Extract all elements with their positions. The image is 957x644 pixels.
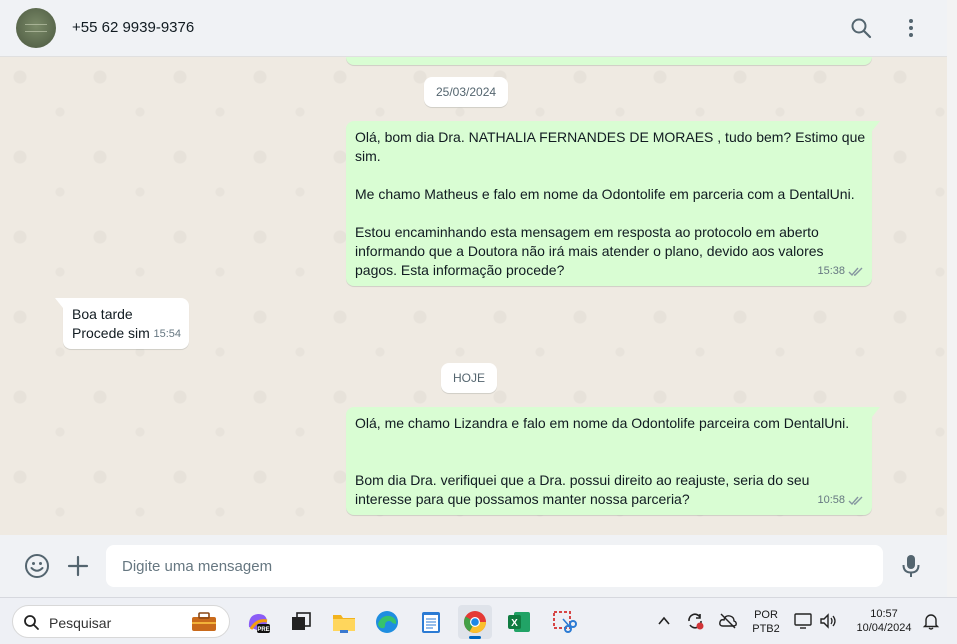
chat-header: +55 62 9939-9376 <box>0 0 947 57</box>
taskbar-chrome[interactable] <box>458 605 492 639</box>
message-text-line: informando que a Doutora não irá mais at… <box>355 243 824 259</box>
file-explorer-icon <box>333 615 355 633</box>
message-text-line: sim. <box>355 148 381 164</box>
message-composer <box>0 535 947 597</box>
search-icon[interactable] <box>849 16 873 40</box>
taskbar-file-explorer[interactable] <box>327 605 361 639</box>
contact-avatar[interactable] <box>16 8 56 48</box>
message-text-line <box>355 166 863 185</box>
message-text-line: Olá, me chamo Lizandra e falo em nome da… <box>355 415 850 431</box>
keyboard-layout: PTB2 <box>752 623 780 635</box>
search-icon <box>24 615 39 630</box>
volume-icon[interactable] <box>818 611 838 631</box>
copilot-pre-icon: PRE <box>248 614 270 633</box>
double-check-icon <box>848 496 863 506</box>
message-text-line: Estou encaminhando esta mensagem em resp… <box>355 224 819 240</box>
edge-icon <box>376 611 398 633</box>
taskbar-snipping-tool[interactable] <box>547 605 581 639</box>
clock-date: 10/04/2024 <box>856 622 912 634</box>
message-text-line: Boa tarde <box>72 306 133 322</box>
sync-icon[interactable] <box>685 611 705 631</box>
svg-text:X: X <box>511 618 518 629</box>
chrome-icon <box>464 611 486 633</box>
chevron-up-icon[interactable] <box>657 614 671 628</box>
taskbar-task-view[interactable] <box>284 605 318 639</box>
message-text-line: Olá, bom dia Dra. NATHALIA FERNANDES DE … <box>355 129 866 145</box>
message-text-line <box>355 452 863 471</box>
taskbar-excel[interactable]: X <box>502 605 536 639</box>
excel-icon: X <box>508 612 530 632</box>
language-indicator[interactable]: POR PTB2 <box>748 608 784 636</box>
taskbar-edge[interactable] <box>370 605 404 639</box>
message-text-line: pagos. Esta informação procede? <box>355 262 565 278</box>
previous-message-bubble <box>346 57 872 65</box>
task-view-icon <box>292 612 311 630</box>
clock-time: 10:57 <box>870 608 898 620</box>
notification-bell-icon[interactable] <box>922 612 940 630</box>
message-text-line <box>355 204 863 223</box>
clock[interactable]: 10:57 10/04/2024 <box>848 607 920 635</box>
taskbar-search-label: Pesquisar <box>49 615 112 631</box>
briefcase-icon <box>192 612 216 631</box>
monitor-icon[interactable] <box>793 611 813 631</box>
message-meta: 10:58 <box>817 491 864 510</box>
svg-text:PRE: PRE <box>257 627 269 633</box>
message-text-line: Me chamo Matheus e falo em nome da Odont… <box>355 186 855 202</box>
snipping-tool-icon <box>553 611 577 633</box>
double-check-icon <box>848 267 863 277</box>
windows-taskbar: Pesquisar PRE X POR PTB2 10:57 10/04/202… <box>0 597 957 644</box>
date-chip: 25/03/2024 <box>424 77 509 107</box>
contact-name[interactable]: +55 62 9939-9376 <box>72 19 194 36</box>
microphone-icon[interactable] <box>897 552 925 580</box>
message-meta: 15:38 <box>817 262 864 281</box>
avatar-logo <box>25 24 47 32</box>
outgoing-message[interactable]: Olá, me chamo Lizandra e falo em nome da… <box>346 407 880 515</box>
message-time: 10:58 <box>817 494 845 506</box>
message-time: 15:38 <box>817 265 845 277</box>
more-vertical-icon[interactable] <box>899 16 923 40</box>
cloud-offline-icon[interactable] <box>718 611 738 631</box>
message-input[interactable] <box>106 545 883 587</box>
message-meta: 15:54 <box>153 325 181 344</box>
language-code: POR <box>754 609 778 621</box>
taskbar-notepad[interactable] <box>414 605 448 639</box>
message-time: 15:54 <box>153 328 181 340</box>
message-text-line: Bom dia Dra. verifiquei que a Dra. possu… <box>355 472 810 488</box>
message-text-line <box>355 433 863 452</box>
outgoing-message[interactable]: Olá, bom dia Dra. NATHALIA FERNANDES DE … <box>346 121 880 286</box>
plus-icon[interactable] <box>64 552 92 580</box>
emoji-icon[interactable] <box>23 552 51 580</box>
incoming-message[interactable]: Boa tarde Procede sim 15:54 <box>55 298 189 349</box>
date-chip: HOJE <box>441 363 498 393</box>
taskbar-copilot[interactable]: PRE <box>241 605 275 639</box>
taskbar-search[interactable]: Pesquisar <box>12 605 230 638</box>
window-edge <box>947 0 957 597</box>
notepad-icon <box>422 612 440 633</box>
message-text-line: interesse para que possamos manter nossa… <box>355 491 690 507</box>
